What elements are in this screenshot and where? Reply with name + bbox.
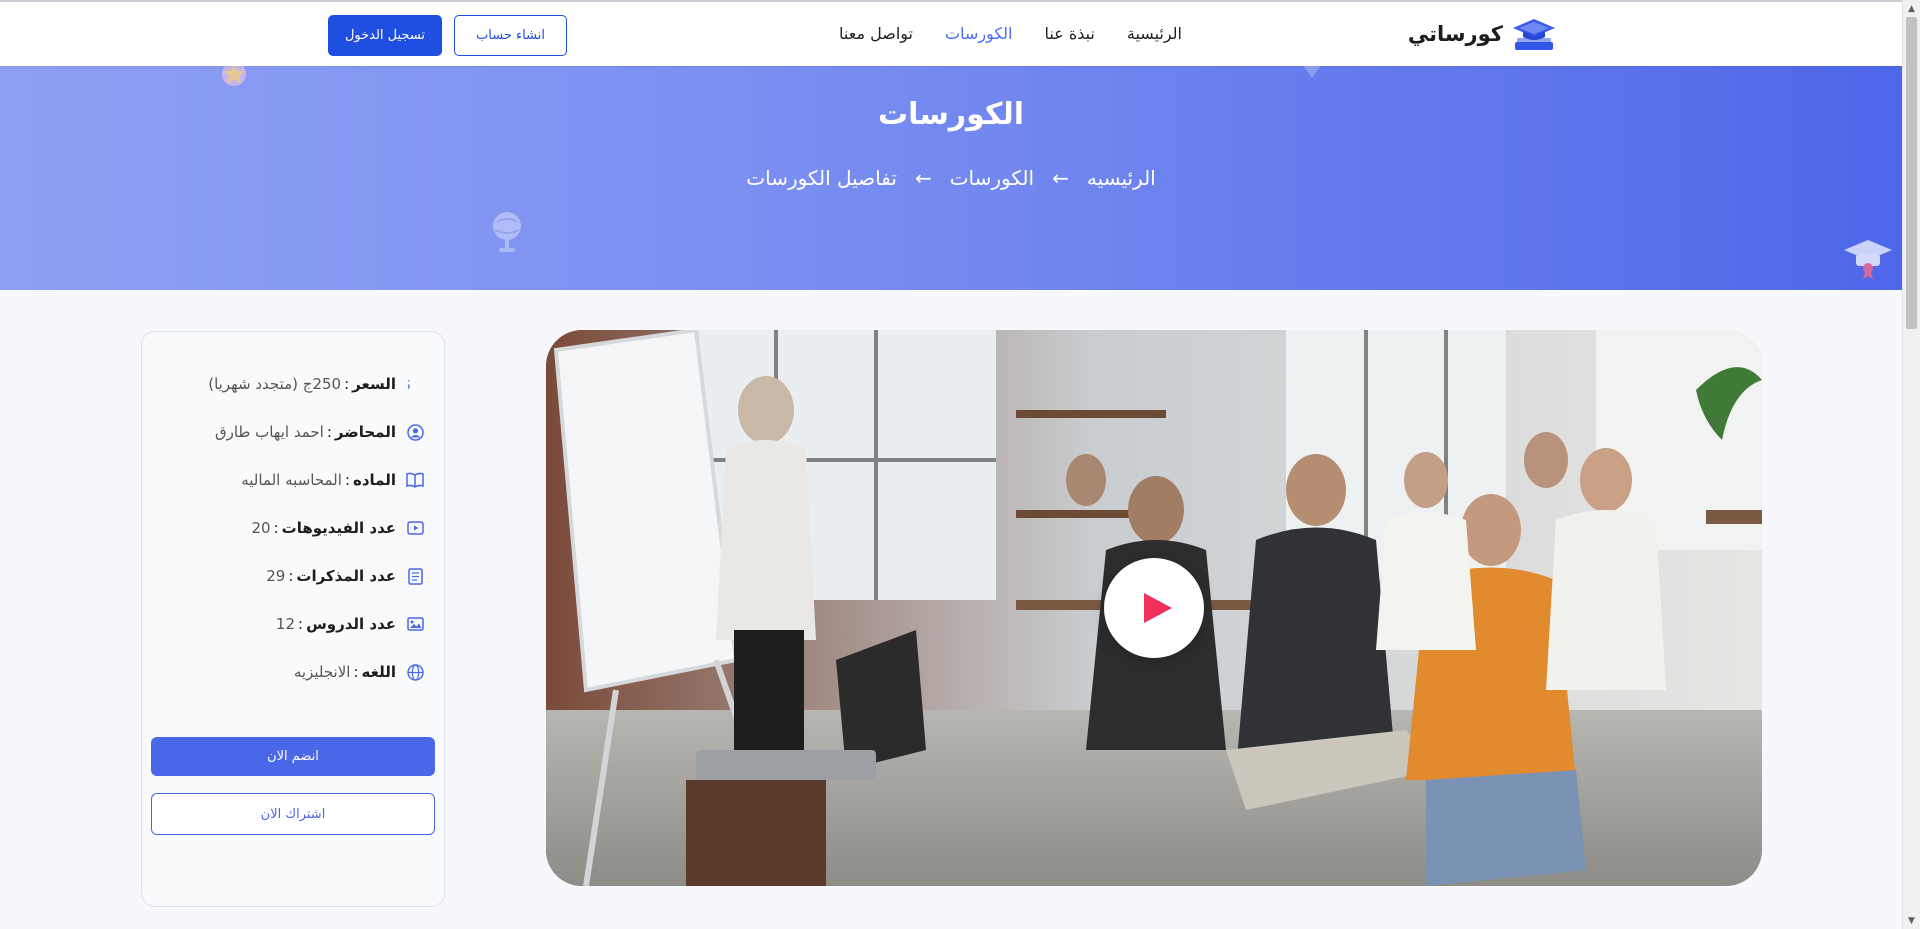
scrollbar-thumb[interactable] <box>1906 17 1917 329</box>
subscribe-now-button[interactable]: اشتراك الان <box>151 793 435 835</box>
breadcrumb-courses[interactable]: الكورسات <box>950 166 1034 190</box>
arrow-left-icon: ← <box>1052 166 1069 190</box>
video-icon <box>406 519 424 537</box>
info-videos-count: عدد الفيديوهات:20 <box>159 504 424 552</box>
graduation-cap-icon <box>1513 19 1555 50</box>
nav-link-courses[interactable]: الكورسات <box>945 24 1013 43</box>
login-button[interactable]: تسجيل الدخول <box>328 15 442 56</box>
info-value: احمد ايهاب طارق <box>214 423 324 441</box>
info-subject: الماده:المحاسبه الماليه <box>159 456 424 504</box>
info-separator: : <box>353 663 359 681</box>
info-separator: : <box>344 471 350 489</box>
play-button[interactable] <box>1104 558 1204 658</box>
info-value: الانجليزيه <box>293 663 351 681</box>
page-title: الكورسات <box>878 97 1024 132</box>
nav-link-home[interactable]: الرئيسية <box>1127 24 1182 43</box>
info-value: المحاسبه الماليه <box>241 471 342 489</box>
nav-link-contact[interactable]: تواصل معنا <box>839 24 913 43</box>
book-icon <box>406 471 424 489</box>
arrow-left-icon: ← <box>914 166 932 190</box>
info-value: 12 <box>275 615 295 633</box>
page-hero: الكورسات الرئيسيه ← الكورسات ← تفاصيل ال… <box>0 66 1902 290</box>
dollar-icon: $ <box>406 375 424 393</box>
info-value: 20 <box>251 519 271 537</box>
navbar: كورساتي الرئيسية نبذة عنا الكورسات تواصل… <box>0 0 1902 66</box>
course-info-card: $ السعر:250ج (متجدد شهريا) المحاضر:احمد … <box>141 331 445 907</box>
info-value: 29 <box>266 567 286 585</box>
info-separator: : <box>326 423 332 441</box>
course-video[interactable] <box>546 330 1762 886</box>
course-info-list: $ السعر:250ج (متجدد شهريا) المحاضر:احمد … <box>159 360 424 696</box>
info-separator: : <box>344 375 350 393</box>
play-icon <box>1144 593 1172 623</box>
trophy-decoration-icon <box>222 66 246 86</box>
breadcrumb: الرئيسيه ← الكورسات ← تفاصيل الكورسات <box>0 166 1902 190</box>
info-value: 250ج (متجدد شهريا) <box>208 375 342 393</box>
info-separator: : <box>298 615 304 633</box>
info-instructor: المحاضر:احمد ايهاب طارق <box>159 408 424 456</box>
info-label: الماده <box>352 471 396 489</box>
scroll-down-arrow-icon[interactable]: ▼ <box>1903 912 1920 929</box>
svg-text:$: $ <box>408 377 411 392</box>
scroll-up-arrow-icon[interactable]: ▲ <box>1903 0 1920 17</box>
main-nav: الرئيسية نبذة عنا الكورسات تواصل معنا <box>839 24 1182 43</box>
info-label: عدد الدروس <box>306 615 396 633</box>
nav-actions: تسجيل الدخول انشاء حساب <box>328 15 567 56</box>
breadcrumb-current: تفاصيل الكورسات <box>746 166 897 190</box>
nav-link-about[interactable]: نبذة عنا <box>1044 24 1094 43</box>
join-now-button[interactable]: انضم الان <box>151 737 435 776</box>
user-circle-icon <box>406 423 424 441</box>
info-label: عدد المذكرات <box>296 567 396 585</box>
breadcrumb-home[interactable]: الرئيسيه <box>1087 166 1156 190</box>
info-separator: : <box>273 519 279 537</box>
notes-icon <box>406 567 424 585</box>
info-label: اللغه <box>361 663 396 681</box>
info-label: المحاضر <box>334 423 396 441</box>
info-label: عدد الفيديوهات <box>281 519 396 537</box>
graduation-decoration-icon <box>1844 240 1892 279</box>
globe-icon <box>406 663 424 681</box>
globe-decoration-icon <box>493 212 521 252</box>
info-language: اللغه:الانجليزيه <box>159 648 424 696</box>
info-label: السعر <box>352 375 396 393</box>
info-notes-count: عدد المذكرات:29 <box>159 552 424 600</box>
page-scrollbar[interactable]: ▲ ▼ <box>1902 0 1920 929</box>
info-price: $ السعر:250ج (متجدد شهريا) <box>159 360 424 408</box>
info-lessons-count: عدد الدروس:12 <box>159 600 424 648</box>
image-icon <box>406 615 424 633</box>
info-separator: : <box>288 567 294 585</box>
brand-name: كورساتي <box>1407 22 1503 46</box>
register-button[interactable]: انشاء حساب <box>454 15 567 56</box>
brand[interactable]: كورساتي <box>1408 16 1557 52</box>
pin-decoration-icon <box>1303 66 1321 78</box>
